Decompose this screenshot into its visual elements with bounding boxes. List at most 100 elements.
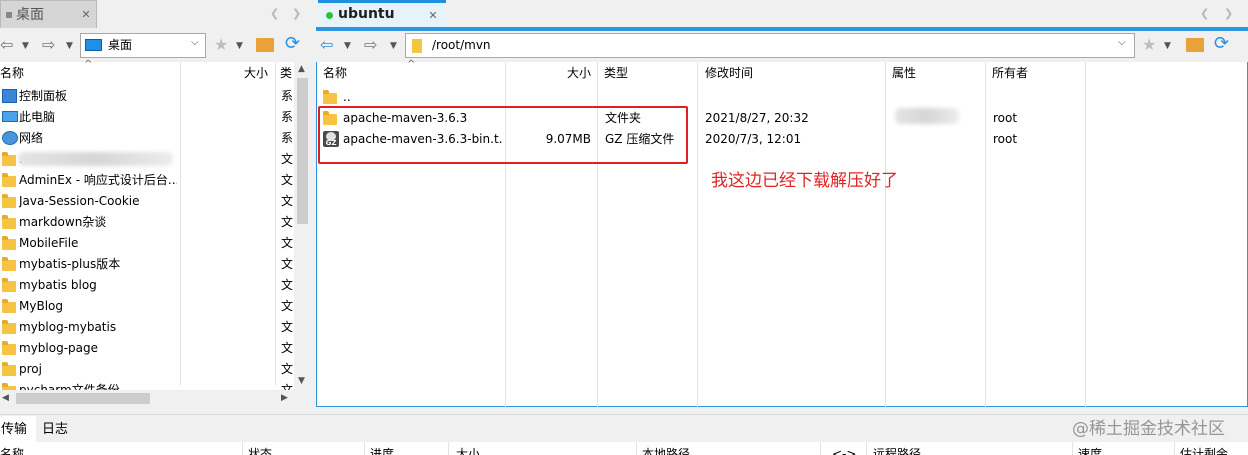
column-header-size[interactable]: 大小: [567, 62, 595, 85]
tab-scroll-left-icon[interactable]: ❮: [270, 7, 279, 20]
column-divider[interactable]: [364, 442, 365, 455]
chevron-down-icon[interactable]: ▼: [1164, 35, 1171, 57]
column-header-owner[interactable]: 所有者: [992, 62, 1052, 85]
close-icon[interactable]: ✕: [426, 9, 440, 23]
address-path: /root/mvn: [432, 38, 491, 52]
chevron-down-icon[interactable]: ⌵: [191, 37, 199, 48]
list-item[interactable]: 此电脑 系: [0, 107, 294, 128]
column-divider[interactable]: [448, 442, 449, 455]
folder-icon: [2, 236, 16, 250]
refresh-icon[interactable]: ⟳: [1214, 33, 1229, 55]
horizontal-scrollbar[interactable]: ◀ ▶: [0, 390, 311, 407]
tab-ubuntu[interactable]: ubuntu ✕: [318, 0, 446, 28]
folder-icon: [323, 90, 337, 104]
transfer-header-progress[interactable]: 进度: [370, 444, 394, 455]
column-divider[interactable]: [866, 442, 867, 455]
scroll-right-icon[interactable]: ▶: [281, 393, 288, 403]
column-header-row: 名称 ^ 大小 类型 修改时间 属性 所有者: [317, 59, 1247, 407]
redacted-attributes: [895, 108, 959, 124]
file-name: 此电脑: [19, 110, 56, 124]
left-address-bar[interactable]: 桌面 ⌵: [80, 33, 206, 58]
chevron-down-icon[interactable]: ▼: [236, 35, 243, 57]
transfer-header-direction[interactable]: <->: [832, 444, 856, 455]
back-arrow-icon[interactable]: ⇦: [0, 34, 13, 56]
folder-icon: [2, 278, 16, 292]
list-item[interactable]: markdown杂谈 文: [0, 212, 294, 233]
transfer-header-status[interactable]: 状态: [248, 444, 272, 455]
transfer-header-size[interactable]: 大小: [456, 444, 480, 455]
control-panel-icon: [2, 89, 17, 103]
file-name: Java-Session-Cookie: [19, 194, 140, 208]
column-divider[interactable]: [820, 442, 821, 455]
file-type: 文: [281, 341, 294, 355]
tab-scroll-left-icon[interactable]: ❮: [1200, 7, 1209, 20]
sort-caret-icon: ^: [84, 59, 93, 70]
chevron-down-icon[interactable]: ▼: [22, 35, 29, 57]
list-item[interactable]: 控制面板 系: [0, 86, 294, 107]
column-header-size[interactable]: 大小: [244, 62, 270, 85]
file-type: 文: [281, 278, 294, 292]
tab-scroll-right-icon[interactable]: ❯: [292, 7, 301, 20]
forward-arrow-icon[interactable]: ⇨: [42, 34, 55, 56]
file-type: 系: [281, 131, 294, 145]
star-icon[interactable]: ★: [214, 34, 228, 56]
file-type: 文: [281, 299, 294, 313]
transfer-header-remote-path[interactable]: 远程路径: [873, 444, 921, 455]
folder-icon: [412, 39, 422, 53]
network-icon: [2, 131, 18, 145]
home-icon[interactable]: [1186, 38, 1204, 52]
column-header-type[interactable]: 类型: [604, 62, 664, 85]
list-item[interactable]: MyBlog 文: [0, 296, 294, 317]
home-icon[interactable]: [256, 38, 274, 52]
column-divider[interactable]: [242, 442, 243, 455]
vertical-scrollbar[interactable]: ▲ ▼: [294, 62, 311, 390]
scroll-left-icon[interactable]: ◀: [2, 393, 9, 403]
table-row[interactable]: ..: [317, 87, 1247, 108]
chevron-down-icon[interactable]: ▼: [66, 35, 73, 57]
chevron-down-icon[interactable]: ▼: [390, 35, 397, 57]
column-header-attributes[interactable]: 属性: [892, 62, 952, 85]
scroll-thumb[interactable]: [16, 393, 150, 404]
file-name: ..: [343, 90, 351, 104]
refresh-icon[interactable]: ⟳: [285, 33, 300, 55]
list-item[interactable]: AdminEx - 响应式设计后台... 文: [0, 170, 294, 191]
transfer-header-row: 名称 状态 进度 大小 本地路径 <-> 远程路径 速度 估计剩余: [0, 442, 1248, 455]
forward-arrow-icon[interactable]: ⇨: [364, 34, 377, 56]
transfer-header-local-path[interactable]: 本地路径: [642, 444, 690, 455]
list-item[interactable]: Java-Session-Cookie 文: [0, 191, 294, 212]
file-name: markdown杂谈: [19, 215, 107, 229]
transfer-header-name[interactable]: 名称: [0, 444, 24, 455]
tab-desktop[interactable]: 桌面 ✕: [0, 0, 97, 28]
list-item[interactable]: proj 文: [0, 359, 294, 380]
column-divider[interactable]: [1072, 442, 1073, 455]
folder-icon: [2, 194, 16, 208]
list-item[interactable]: MobileFile 文: [0, 233, 294, 254]
watermark: @稀土掘金技术社区: [1072, 419, 1225, 439]
column-divider[interactable]: [636, 442, 637, 455]
scroll-up-icon[interactable]: ▲: [298, 64, 305, 74]
file-type: 系: [281, 89, 294, 103]
column-header-modified[interactable]: 修改时间: [705, 62, 805, 85]
tab-scroll-right-icon[interactable]: ❯: [1224, 7, 1233, 20]
list-item[interactable]: myblog-mybatis 文: [0, 317, 294, 338]
transfer-header-eta[interactable]: 估计剩余: [1180, 444, 1228, 455]
column-divider[interactable]: [1174, 442, 1175, 455]
chevron-down-icon[interactable]: ▼: [344, 35, 351, 57]
list-item[interactable]: 网络 系: [0, 128, 294, 149]
list-item[interactable]: mybatis-plus版本 文: [0, 254, 294, 275]
local-file-pane[interactable]: 名称 ^ 大小 类 控制面板系此电脑系网络系.文AdminEx - 响应式设计后…: [0, 59, 311, 407]
star-icon[interactable]: ★: [1142, 34, 1156, 56]
transfer-header-speed[interactable]: 速度: [1078, 444, 1102, 455]
list-item[interactable]: mybatis blog 文: [0, 275, 294, 296]
folder-icon: [2, 341, 16, 355]
scroll-down-icon[interactable]: ▼: [298, 376, 305, 386]
list-item[interactable]: myblog-page 文: [0, 338, 294, 359]
right-address-bar[interactable]: /root/mvn ⌵: [405, 33, 1135, 58]
chevron-down-icon[interactable]: ⌵: [1118, 37, 1126, 48]
file-type: 文: [281, 236, 294, 250]
close-icon[interactable]: ✕: [79, 8, 93, 22]
column-header-type[interactable]: 类: [280, 62, 294, 85]
scroll-thumb[interactable]: [297, 78, 308, 224]
back-arrow-icon[interactable]: ⇦: [320, 34, 333, 56]
file-name: 控制面板: [19, 89, 68, 103]
